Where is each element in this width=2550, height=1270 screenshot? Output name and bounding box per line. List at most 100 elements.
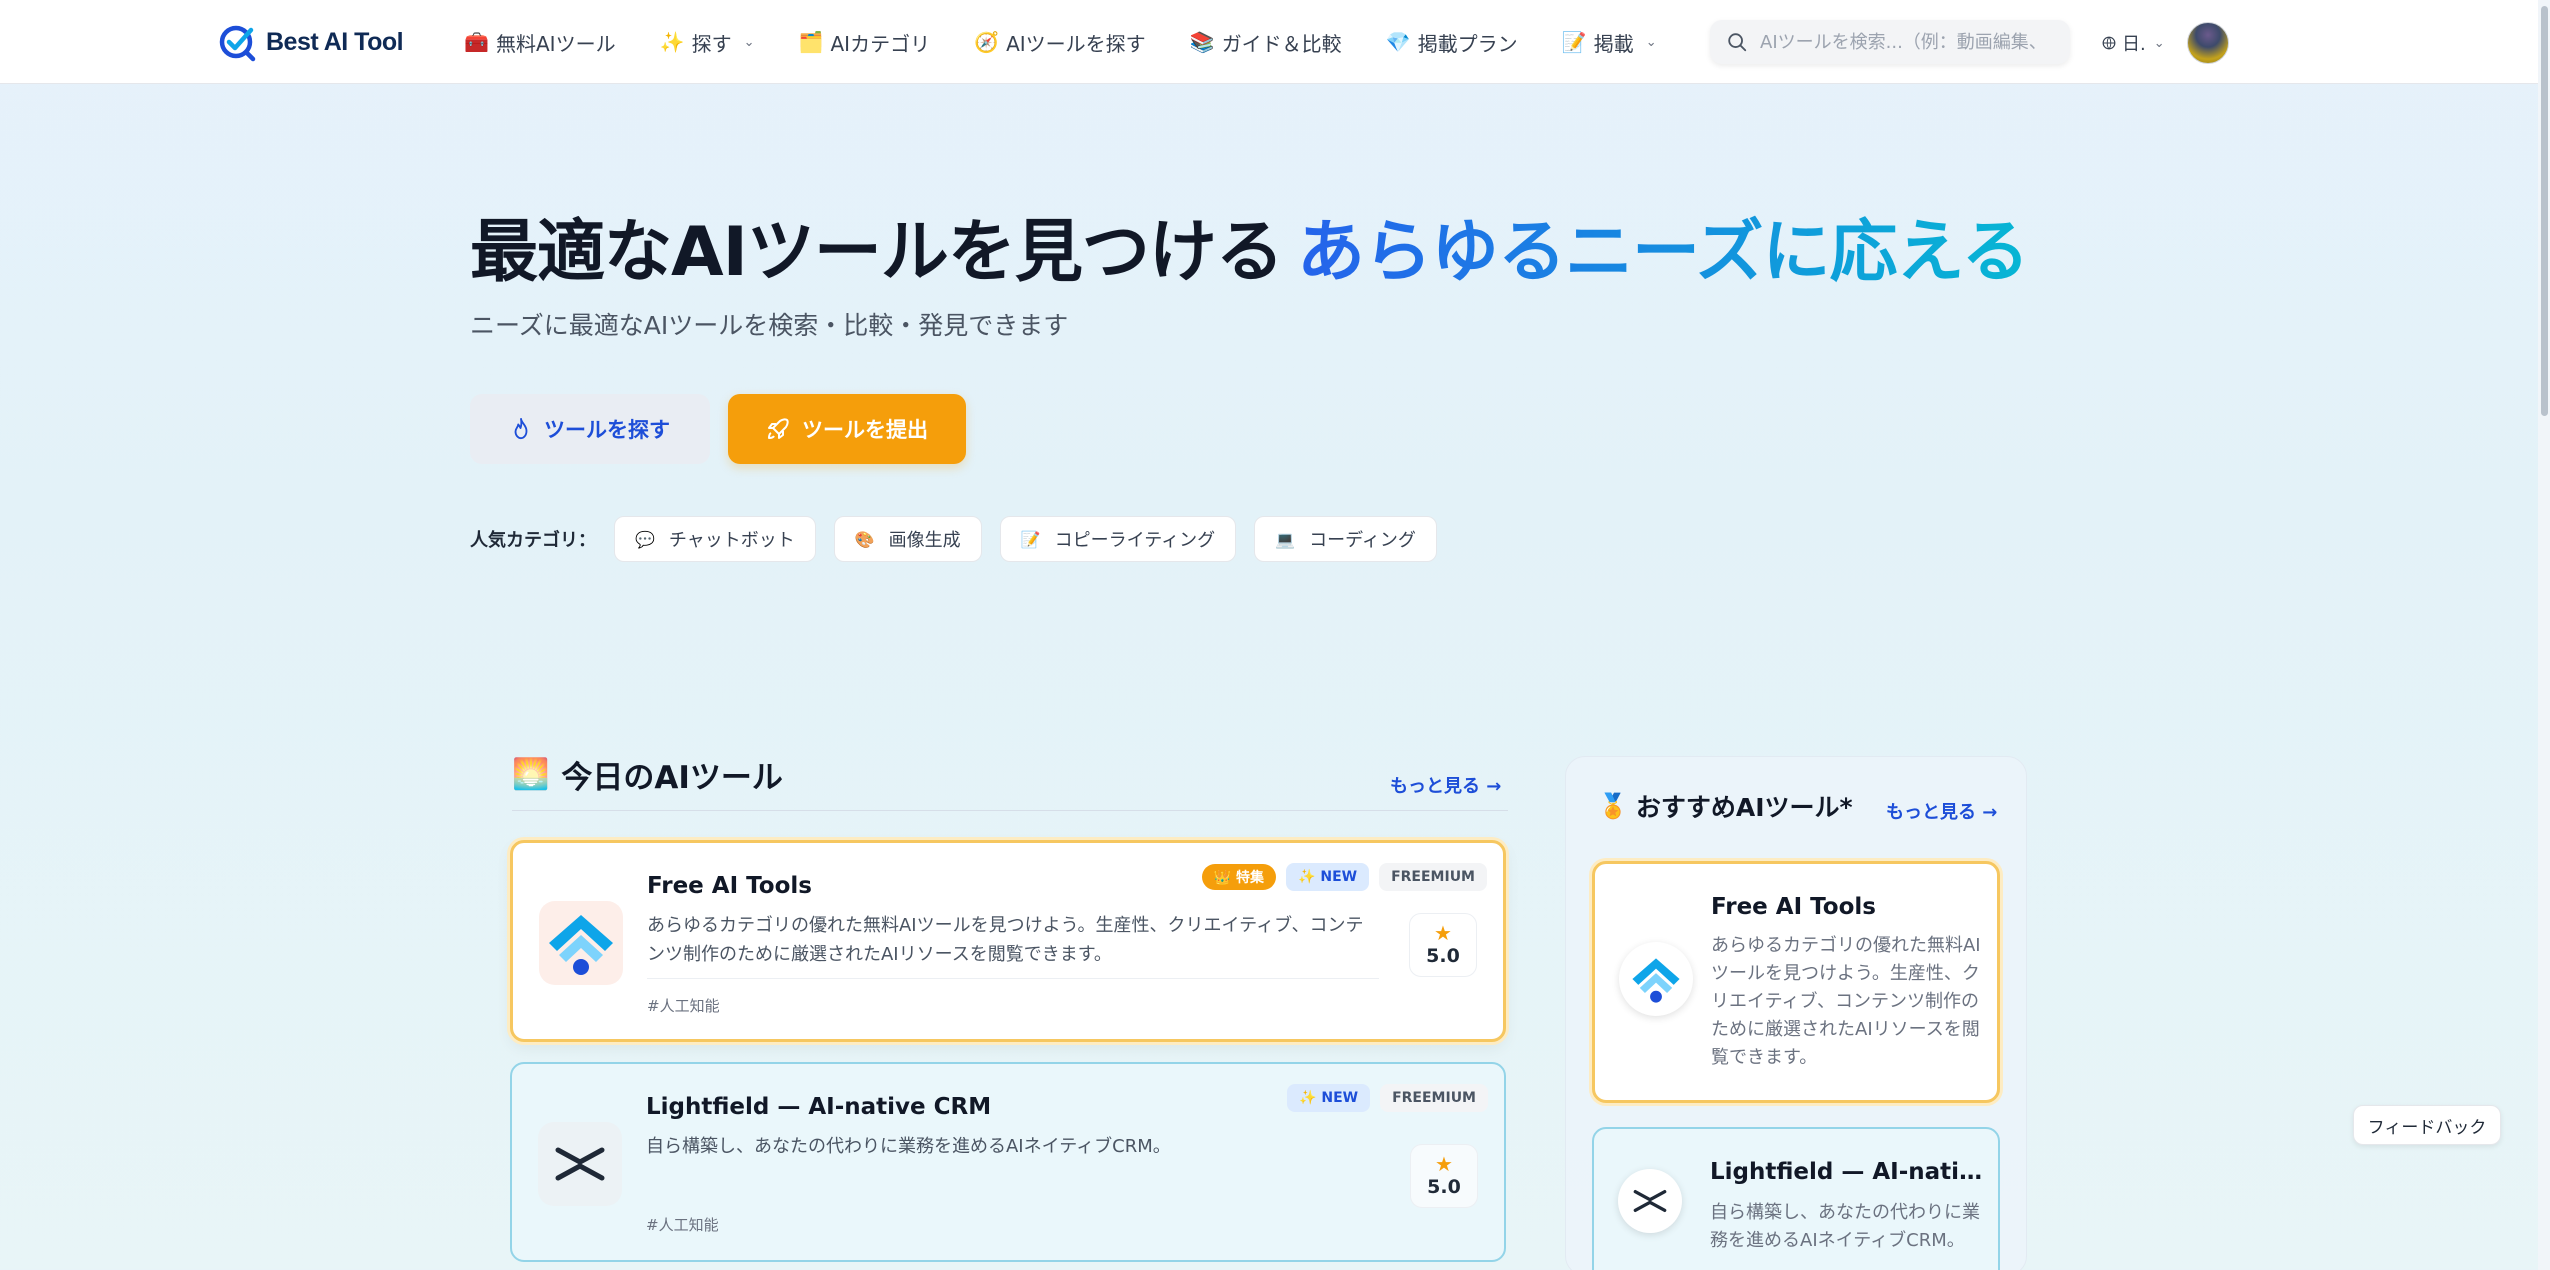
new-badge: ✨ NEW xyxy=(1286,863,1370,891)
nav-label: AIカテゴリ xyxy=(830,31,931,56)
memo-icon: 📝 xyxy=(1561,30,1587,54)
palette-icon: 🎨 xyxy=(854,529,875,549)
today-section-header: 🌅 今日のAIツール xyxy=(512,752,783,797)
submit-tool-button[interactable]: ツールを提出 xyxy=(728,394,966,464)
card-divider xyxy=(647,978,1379,979)
chevron-down-icon: ⌄ xyxy=(743,34,755,50)
sunrise-icon: 🌅 xyxy=(512,757,550,792)
category-chip-copywriting[interactable]: 📝 コピーライティング xyxy=(999,516,1237,562)
search-input[interactable] xyxy=(1760,31,2050,53)
logo-check-icon xyxy=(219,25,256,62)
main-nav: 🧰 無料AIツール ✨ 探す ⌄ 🗂️ AIカテゴリ 🧭 AIツールを探す 📚 … xyxy=(464,22,1657,62)
language-label: 日. xyxy=(2122,34,2146,55)
tool-card-free-ai-tools[interactable]: Free AI Tools あらゆるカテゴリの優れた無料AIツールを見つけよう。… xyxy=(510,840,1506,1042)
explore-tools-label: ツールを探す xyxy=(544,418,670,442)
hero-subtitle: ニーズに最適なAIツールを検索・比較・発見できます xyxy=(470,311,1069,340)
tool-card-lightfield[interactable]: Lightfield — AI-native CRM 自ら構築し、あなたの代わり… xyxy=(510,1062,1506,1262)
tool-name: Lightfield — AI-native CRM xyxy=(1710,1159,1986,1185)
sparkles-icon: ✨ xyxy=(659,30,685,54)
recommended-card-lightfield[interactable]: Lightfield — AI-native CRM 自ら構築し、あなたの代わり… xyxy=(1592,1127,2000,1270)
tool-logo xyxy=(1619,942,1693,1016)
tool-logo xyxy=(538,1122,622,1206)
scrollbar-thumb[interactable] xyxy=(2541,6,2548,416)
nav-find-ai-tools[interactable]: 🧭 AIツールを探す xyxy=(974,28,1146,57)
explore-tools-button[interactable]: ツールを探す xyxy=(470,394,710,464)
popular-categories: 人気カテゴリ： 💬 チャットボット 🎨 画像生成 📝 コピーライティング 💻 コ… xyxy=(470,516,1437,562)
search-icon xyxy=(1728,33,1747,52)
tool-description: 自ら構築し、あなたの代わりに業務を進めるAIネイティブCRM。 xyxy=(646,1136,1171,1157)
category-label: コピーライティング xyxy=(1054,530,1216,551)
search-box[interactable] xyxy=(1710,20,2070,64)
free-ai-tools-logo-icon xyxy=(1632,958,1680,1003)
recommended-card-free-ai-tools[interactable]: Free AI Tools あらゆるカテゴリの優れた無料AIツールを見つけよう。… xyxy=(1592,861,2000,1103)
tool-name: Lightfield — AI-native CRM xyxy=(646,1094,992,1120)
hero-title: 最適なAIツールを見つける あらゆるニーズに応える xyxy=(470,196,2029,295)
nav-label: ガイド＆比較 xyxy=(1221,31,1342,56)
featured-badge: 👑 特集 xyxy=(1201,864,1277,890)
category-label: 画像生成 xyxy=(888,530,961,551)
pricing-badge: FREEMIUM xyxy=(1380,1084,1488,1112)
pricing-badge: FREEMIUM xyxy=(1379,863,1487,891)
hero-title-accent: あらゆるニーズに応える xyxy=(1296,213,2030,292)
nav-label: 掲載 xyxy=(1593,31,1634,56)
rocket-icon xyxy=(768,418,789,439)
popular-categories-label: 人気カテゴリ： xyxy=(470,530,596,551)
category-label: チャットボット xyxy=(668,530,795,551)
nav-free-ai-tools[interactable]: 🧰 無料AIツール xyxy=(464,28,616,57)
logo-text: Best AI Tool xyxy=(266,27,404,56)
star-icon: ★ xyxy=(1435,1152,1453,1176)
tool-name: Free AI Tools xyxy=(647,873,812,899)
globe-icon xyxy=(2102,36,2116,50)
speech-bubble-icon: 💬 xyxy=(635,529,655,549)
tool-logo xyxy=(539,901,623,985)
tool-badges: 👑 特集 ✨ NEW FREEMIUM xyxy=(1201,863,1487,891)
category-chip-image-generation[interactable]: 🎨 画像生成 xyxy=(833,516,982,562)
rating-value: 5.0 xyxy=(1427,1176,1461,1198)
recommended-see-more-link[interactable]: もっと見る → xyxy=(1886,798,1997,824)
nav-label: AIツールを探す xyxy=(1006,31,1146,56)
tool-description: 自ら構築し、あなたの代わりに業務を進めるAIネイティブCRM。 xyxy=(1710,1202,1980,1251)
nav-explore[interactable]: ✨ 探す ⌄ xyxy=(660,28,755,57)
tool-tag[interactable]: #人工知能 xyxy=(647,995,720,1016)
language-switcher[interactable]: 日. ⌄ xyxy=(2102,30,2165,56)
top-navigation-bar: Best AI Tool 🧰 無料AIツール ✨ 探す ⌄ 🗂️ AIカテゴリ … xyxy=(0,0,2550,84)
nav-ai-categories[interactable]: 🗂️ AIカテゴリ xyxy=(799,28,931,57)
tool-badges: ✨ NEW FREEMIUM xyxy=(1287,1084,1488,1112)
nav-label: 探す xyxy=(691,31,732,56)
chevron-down-icon: ⌄ xyxy=(2153,35,2165,51)
today-see-more-link[interactable]: もっと見る → xyxy=(1390,772,1501,798)
new-badge: ✨ NEW xyxy=(1287,1084,1371,1112)
compass-icon: 🧭 xyxy=(974,30,999,54)
submit-tool-label: ツールを提出 xyxy=(802,418,928,442)
nav-guides-comparisons[interactable]: 📚 ガイド＆比較 xyxy=(1190,28,1342,57)
memo-icon: 📝 xyxy=(1020,529,1041,549)
rating-value: 5.0 xyxy=(1426,945,1460,967)
gem-icon: 💎 xyxy=(1385,30,1411,54)
category-chip-chatbot[interactable]: 💬 チャットボット xyxy=(614,516,816,562)
books-icon: 📚 xyxy=(1189,30,1215,54)
tool-description: あらゆるカテゴリの優れた無料AIツールを見つけよう。生産性、クリエイティブ、コン… xyxy=(647,915,1364,965)
tool-description: あらゆるカテゴリの優れた無料AIツールを見つけよう。生産性、クリエイティブ、コン… xyxy=(1711,935,1981,1068)
lightfield-logo-icon xyxy=(1633,1190,1667,1212)
site-logo[interactable]: Best AI Tool xyxy=(218,20,404,64)
today-section-title: 今日のAIツール xyxy=(561,760,783,796)
user-avatar[interactable] xyxy=(2187,22,2229,64)
section-divider xyxy=(512,810,1508,811)
hero-title-main: 最適なAIツールを見つける xyxy=(470,213,1284,292)
nav-label: 無料AIツール xyxy=(496,31,616,56)
recommended-header: 🏅 おすすめAIツール* xyxy=(1598,788,1853,824)
rating-box: ★ 5.0 xyxy=(1410,1144,1478,1208)
recommended-title: おすすめAIツール* xyxy=(1635,793,1853,822)
tool-logo xyxy=(1618,1169,1682,1233)
feedback-button[interactable]: フィードバック xyxy=(2353,1105,2501,1145)
tool-tag[interactable]: #人工知能 xyxy=(646,1214,719,1235)
flame-icon xyxy=(514,417,528,440)
chevron-down-icon: ⌄ xyxy=(1645,34,1657,50)
nav-listing[interactable]: 📝 掲載 ⌄ xyxy=(1562,28,1657,57)
nav-listing-plans[interactable]: 💎 掲載プラン xyxy=(1386,28,1518,57)
category-chip-coding[interactable]: 💻 コーディング xyxy=(1254,516,1437,562)
tool-name: Free AI Tools xyxy=(1711,894,1876,920)
folder-icon: 🗂️ xyxy=(798,30,824,54)
nav-label: 掲載プラン xyxy=(1417,31,1518,56)
lightfield-logo-icon xyxy=(555,1147,605,1181)
